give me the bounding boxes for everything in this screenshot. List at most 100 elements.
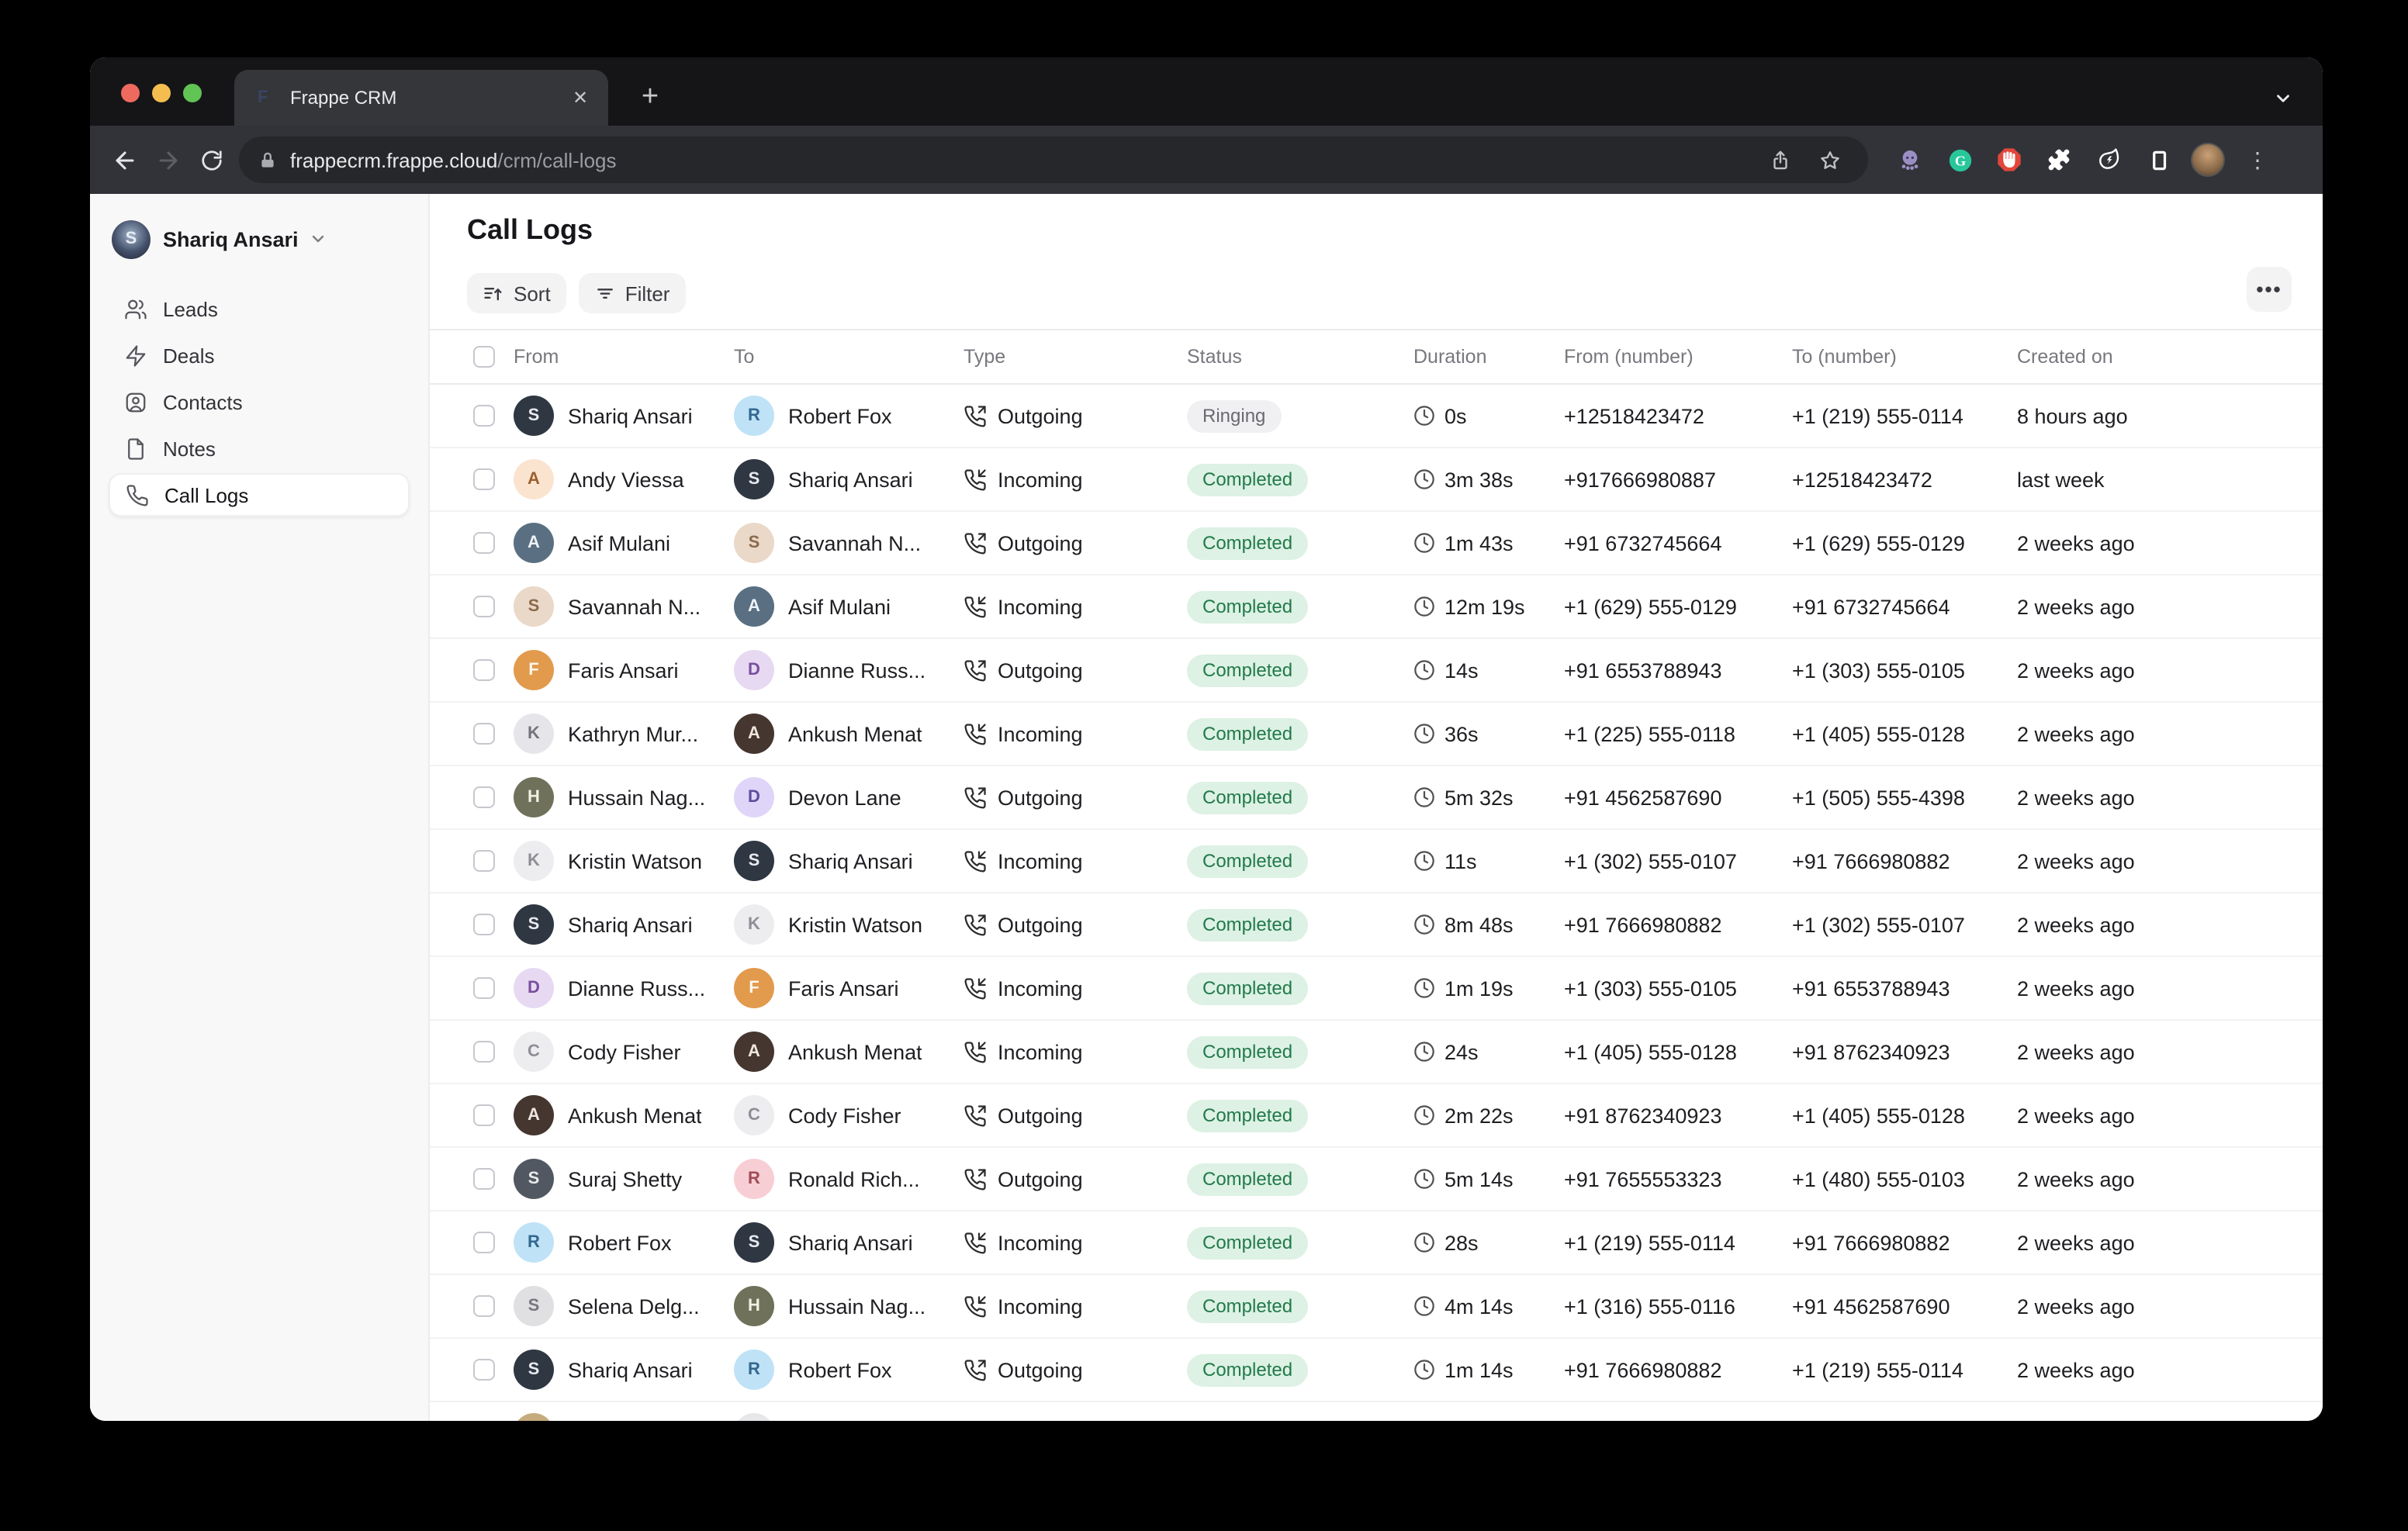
chevron-down-icon [310,230,328,248]
call-type-cell: Outgoing [964,1104,1187,1127]
row-checkbox[interactable] [473,1104,495,1126]
table-row[interactable]: D Dianne Russ... F Faris Ansari Incoming… [430,957,2323,1021]
from-avatar: C [514,1032,554,1072]
table-row[interactable]: F Faris Ansari D Dianne Russ... Outgoing… [430,639,2323,703]
svg-text:G: G [1954,152,1965,168]
table-row[interactable] [430,1402,2323,1421]
from-number: +91 4562587690 [1564,786,1792,809]
row-checkbox[interactable] [473,468,495,490]
row-checkbox[interactable] [473,1359,495,1381]
created-on: 2 weeks ago [2017,1358,2285,1381]
row-checkbox[interactable] [473,405,495,427]
to-avatar: A [734,714,774,754]
adblock-extension-icon[interactable] [1989,140,2029,180]
table-row[interactable]: S Savannah N... A Asif Mulani Incoming C… [430,575,2323,639]
row-checkbox[interactable] [473,977,495,999]
table-row[interactable]: A Ankush Menat C Cody Fisher Outgoing Co… [430,1084,2323,1148]
reload-button[interactable] [189,138,233,181]
row-checkbox[interactable] [473,1232,495,1253]
row-checkbox[interactable] [473,786,495,808]
menu-kebab-icon[interactable]: ⋮ [2237,140,2278,180]
to-number: +91 6553788943 [1792,976,2017,1000]
to-avatar: K [734,904,774,945]
puzzle-extensions-icon[interactable] [2039,140,2079,180]
row-checkbox[interactable] [473,1041,495,1063]
table-row[interactable]: S Selena Delg... H Hussain Nag... Incomi… [430,1275,2323,1339]
favicon-icon: F [258,89,275,106]
sidebar-item-deals[interactable]: Deals [109,334,410,377]
clock-icon [1413,1359,1435,1381]
address-bar[interactable]: frappecrm.frappe.cloud/crm/call-logs [239,137,1868,183]
status-cell: Completed [1187,845,1413,877]
row-checkbox[interactable] [473,1168,495,1190]
sidebar-item-label: Leads [163,297,218,320]
table-row[interactable]: S Suraj Shetty R Ronald Rich... Outgoing… [430,1148,2323,1211]
table-header: From To Type Status Duration From (numbe… [430,330,2323,385]
select-all-checkbox[interactable] [473,346,495,368]
row-checkbox[interactable] [473,723,495,745]
duration-cell: 8m 48s [1413,913,1564,936]
to-avatar: A [734,586,774,627]
row-checkbox[interactable] [473,850,495,872]
back-button[interactable] [102,138,146,181]
table-row[interactable]: A Asif Mulani S Savannah N... Outgoing C… [430,512,2323,575]
column-header-to-number: To (number) [1792,346,2017,368]
table-row[interactable]: S Shariq Ansari R Robert Fox Outgoing Ri… [430,385,2323,448]
row-checkbox[interactable] [473,596,495,617]
from-avatar: S [514,904,554,945]
clock-icon [1413,1232,1435,1253]
to-cell: R Robert Fox [734,1350,964,1390]
table-row[interactable]: S Shariq Ansari K Kristin Watson Outgoin… [430,893,2323,957]
sidebar-item-leads[interactable]: Leads [109,287,410,330]
column-header-duration: Duration [1413,346,1564,368]
duration-value: 12m 19s [1444,595,1525,618]
status-badge: Completed [1187,908,1308,941]
bookmark-star-icon[interactable] [1809,140,1849,180]
profile-avatar[interactable] [2188,140,2228,180]
row-checkbox[interactable] [473,1295,495,1317]
table-row[interactable]: R Robert Fox S Shariq Ansari Incoming Co… [430,1211,2323,1275]
close-tab-icon[interactable]: ✕ [568,85,593,110]
to-name: Hussain Nag... [788,1294,925,1318]
sidepanel-icon[interactable] [2138,140,2178,180]
leaf-energy-icon[interactable] [2088,140,2129,180]
to-name: Cody Fisher [788,1104,901,1127]
row-checkbox[interactable] [473,659,495,681]
table-row[interactable]: H Hussain Nag... D Devon Lane Outgoing C… [430,766,2323,830]
table-row[interactable]: K Kathryn Mur... A Ankush Menat Incoming… [430,703,2323,766]
status-cell: Completed [1187,1035,1413,1068]
duration-cell: 28s [1413,1231,1564,1254]
to-avatar: S [734,841,774,881]
row-checkbox[interactable] [473,532,495,554]
forward-button[interactable] [146,138,189,181]
to-avatar: D [734,650,774,690]
sidebar-item-contacts[interactable]: Contacts [109,380,410,423]
from-name: Kristin Watson [568,849,702,873]
table-row[interactable]: A Andy Viessa S Shariq Ansari Incoming C… [430,448,2323,512]
sort-button[interactable]: Sort [467,273,566,313]
grammarly-extension-icon[interactable]: G [1939,140,1980,180]
duration-cell: 3m 38s [1413,468,1564,491]
close-window-button[interactable] [121,85,140,103]
table-row[interactable]: K Kristin Watson S Shariq Ansari Incomin… [430,830,2323,893]
new-tab-button[interactable]: + [630,78,670,118]
filter-button[interactable]: Filter [579,273,686,313]
minimize-window-button[interactable] [152,85,171,103]
browser-tab[interactable]: F Frappe CRM ✕ [234,70,608,126]
table-row[interactable]: S Shariq Ansari R Robert Fox Outgoing Co… [430,1339,2323,1402]
share-icon[interactable] [1759,140,1800,180]
from-avatar: S [514,1350,554,1390]
table-row[interactable]: C Cody Fisher A Ankush Menat Incoming Co… [430,1021,2323,1084]
phone-outgoing-icon [964,1358,987,1381]
sidebar-item-call-logs[interactable]: Call Logs [109,473,410,517]
duration-cell: 12m 19s [1413,595,1564,618]
octopus-extension-icon[interactable] [1890,140,1930,180]
fullscreen-window-button[interactable] [183,85,202,103]
row-checkbox[interactable] [473,914,495,935]
more-options-button[interactable]: ••• [2247,267,2292,312]
user-menu[interactable]: S Shariq Ansari [109,216,410,262]
call-type-cell: Incoming [964,595,1187,618]
from-cell: S Suraj Shetty [514,1159,734,1199]
sidebar-item-notes[interactable]: Notes [109,427,410,470]
tab-search-chevron-icon[interactable] [2267,82,2298,113]
